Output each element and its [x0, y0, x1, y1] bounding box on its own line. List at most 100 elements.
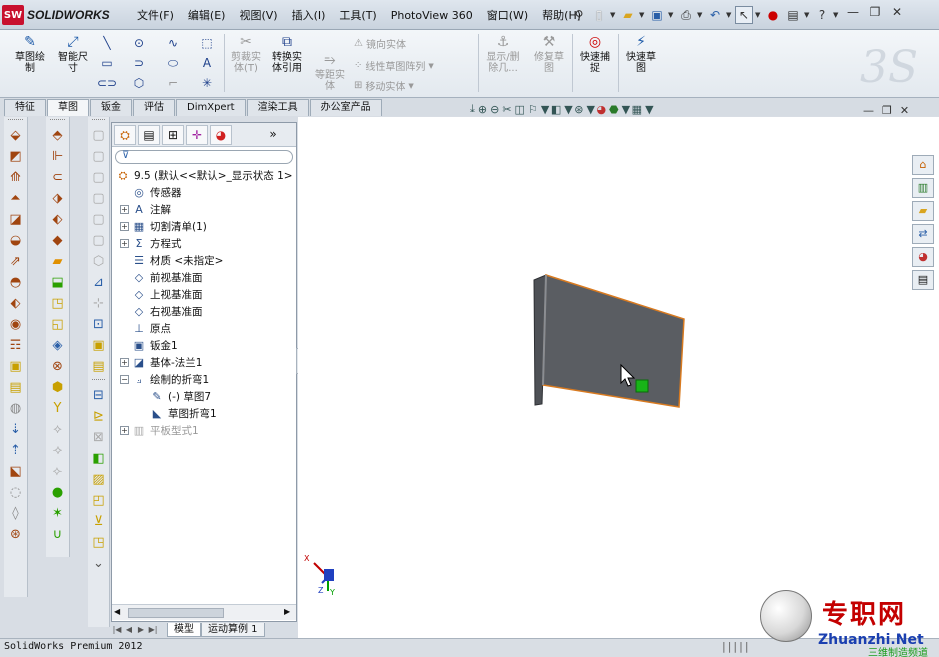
expand-toggle-icon[interactable]: + — [120, 426, 129, 435]
last-tab-icon[interactable]: ▶| — [147, 625, 159, 634]
point-ref-icon[interactable]: ◊ — [7, 505, 25, 523]
dome-icon[interactable]: ▤ — [7, 379, 25, 397]
chevron-down-icon[interactable]: ▼ — [610, 11, 617, 19]
tree-item[interactable]: ⊥ 原点 — [132, 320, 171, 337]
open-folder-icon[interactable]: ▰ — [619, 6, 637, 24]
scrollbar-thumb[interactable] — [128, 608, 224, 618]
wrap-icon[interactable]: ◍ — [7, 400, 25, 418]
fillet-feature-icon[interactable]: ◓ — [7, 274, 25, 292]
swept-cut-icon[interactable]: ⇗ — [7, 253, 25, 271]
rib-icon[interactable]: ☶ — [7, 337, 25, 355]
tree-item[interactable]: − ⟓ 绘制的折弯1 — [120, 371, 209, 388]
rip-icon[interactable]: ⟡ — [49, 421, 67, 439]
display-delete-relations-button[interactable]: ⚓ 显示/删 除几... — [482, 34, 524, 74]
flatten-icon[interactable]: ⬢ — [49, 379, 67, 397]
toolbar-grip[interactable] — [8, 119, 23, 124]
draft-icon[interactable]: ▣ — [7, 358, 25, 376]
toolbar-grip[interactable] — [92, 379, 105, 384]
jog-icon[interactable]: ⬖ — [49, 211, 67, 229]
prev-tab-icon[interactable]: ◀ — [123, 625, 135, 634]
view-back-icon[interactable]: ▢ — [90, 148, 108, 166]
quick-snaps-button[interactable]: ◎ 快速捕 捉 — [574, 34, 616, 74]
toolbar-grip[interactable] — [50, 119, 65, 124]
layout-icon[interactable]: ⊠ — [90, 429, 108, 447]
polygon-icon[interactable]: ⬡ — [130, 74, 148, 92]
view-orientation-icon[interactable]: ⚐ — [528, 103, 538, 116]
tab-dimxpert[interactable]: DimXpert — [176, 99, 246, 116]
sketch-tool-icon[interactable]: ⊹ — [90, 295, 108, 313]
axis-ref-icon[interactable]: ◌ — [7, 484, 25, 502]
tree-filter-input[interactable]: ⊽ — [115, 150, 293, 164]
expand-toggle-icon[interactable]: + — [120, 239, 129, 248]
menu-tools[interactable]: 工具(T) — [332, 7, 383, 23]
tab-evaluate[interactable]: 评估 — [133, 99, 175, 116]
vent-icon[interactable]: ⟣ — [49, 463, 67, 481]
property-manager-tab-icon[interactable]: ▤ — [138, 124, 160, 145]
menu-view[interactable]: 视图(V) — [232, 7, 284, 23]
linear-pattern-button[interactable]: ⁘ 线性草图阵列 ▼ — [354, 58, 434, 73]
fillet-icon[interactable]: ⬚ — [198, 34, 216, 52]
view-iso-icon[interactable]: ⬡ — [90, 253, 108, 271]
tree-item[interactable]: + ▥ 平板型式1 — [120, 422, 199, 439]
viewport-restore-icon[interactable]: ❐ — [882, 104, 892, 117]
miter-flange-icon[interactable]: ⊂ — [49, 169, 67, 187]
horizontal-scrollbar[interactable]: ◀ ▶ — [112, 604, 296, 620]
viewport-close-icon[interactable]: ✕ — [900, 104, 909, 117]
lofted-bend-icon[interactable]: ∪ — [49, 526, 67, 544]
configuration-manager-tab-icon[interactable]: ⊞ — [162, 124, 184, 145]
tree-item[interactable]: + Σ 方程式 — [120, 235, 182, 252]
sheet-metal-face[interactable] — [542, 273, 685, 408]
split-line-icon[interactable]: ⇣ — [7, 421, 25, 439]
extend-icon[interactable]: ✶ — [49, 505, 67, 523]
trim-button[interactable]: ✂ 剪裁实 体(T) — [226, 34, 266, 74]
chevron-down-icon[interactable]: ▼ — [428, 62, 433, 70]
menu-photoview[interactable]: PhotoView 360 — [384, 9, 480, 22]
feature-tree-tab-icon[interactable]: ⛭ — [114, 124, 136, 145]
welded-corner-icon[interactable]: ◳ — [49, 295, 67, 313]
tab-sheet-metal[interactable]: 钣金 — [90, 99, 132, 116]
dimension-tool-icon[interactable]: ⊡ — [90, 316, 108, 334]
viewport-minimize-icon[interactable]: — — [863, 104, 874, 117]
menu-window[interactable]: 窗口(W) — [480, 7, 535, 23]
tab-sketch[interactable]: 草图 — [47, 99, 89, 116]
shell-icon[interactable]: ◉ — [7, 316, 25, 334]
chevron-down-icon[interactable]: ▼ — [564, 103, 572, 116]
first-tab-icon[interactable]: |◀ — [111, 625, 123, 634]
tree-item[interactable]: + A 注解 — [120, 201, 171, 218]
options-icon[interactable]: ▤ — [784, 6, 802, 24]
loft-icon[interactable]: ⏶ — [7, 190, 25, 208]
design-library-icon[interactable]: ▥ — [912, 178, 934, 198]
revolve-boss-icon[interactable]: ◩ — [7, 148, 25, 166]
chevron-down-icon[interactable]: ▼ — [622, 103, 630, 116]
toolbar-grip[interactable] — [92, 119, 105, 124]
restore-icon[interactable]: ❐ — [867, 5, 883, 19]
menu-file[interactable]: 文件(F) — [130, 7, 181, 23]
expand-toggle-icon[interactable]: + — [120, 358, 129, 367]
3d-sketch-icon[interactable]: ⊟ — [90, 387, 108, 405]
edit-appearance-icon[interactable]: ◕ — [596, 103, 606, 116]
tree-item[interactable]: ▣ 钣金1 — [132, 337, 178, 354]
selection-handle[interactable] — [635, 379, 649, 393]
view-left-icon[interactable]: ▢ — [90, 169, 108, 187]
file-explorer-icon[interactable]: ▰ — [912, 201, 934, 221]
section-view-icon[interactable]: ✂ — [502, 103, 511, 116]
tab-features[interactable]: 特征 — [4, 99, 46, 116]
mate-ref-icon[interactable]: ⊛ — [7, 526, 25, 544]
scroll-right-icon[interactable]: ▶ — [284, 607, 290, 616]
base-flange-tool-icon[interactable]: ⬘ — [49, 127, 67, 145]
slot-icon[interactable]: ⊂⊃ — [97, 74, 117, 92]
save-icon[interactable]: ▣ — [648, 6, 666, 24]
rebuild-traffic-light-icon[interactable]: ● — [764, 6, 782, 24]
smart-dimension-button[interactable]: ⤢ 智能尺 寸 — [52, 34, 94, 74]
expand-toggle-icon[interactable]: + — [120, 205, 129, 214]
view-settings-icon[interactable]: ▦ — [632, 103, 642, 116]
curvature-icon[interactable]: ◳ — [90, 534, 108, 552]
appearances-icon[interactable]: ◕ — [912, 247, 934, 267]
tree-item[interactable]: + ▦ 切割清单(1) — [120, 218, 207, 235]
custom-properties-icon[interactable]: ▤ — [912, 270, 934, 290]
print-icon[interactable]: ⎙ — [677, 6, 695, 24]
point-icon[interactable]: ✳ — [198, 74, 216, 92]
zoom-to-area-icon[interactable]: ⊕ — [478, 103, 487, 116]
circle-icon[interactable]: ⊙ — [130, 34, 148, 52]
display-style-icon[interactable]: ◧ — [551, 103, 561, 116]
